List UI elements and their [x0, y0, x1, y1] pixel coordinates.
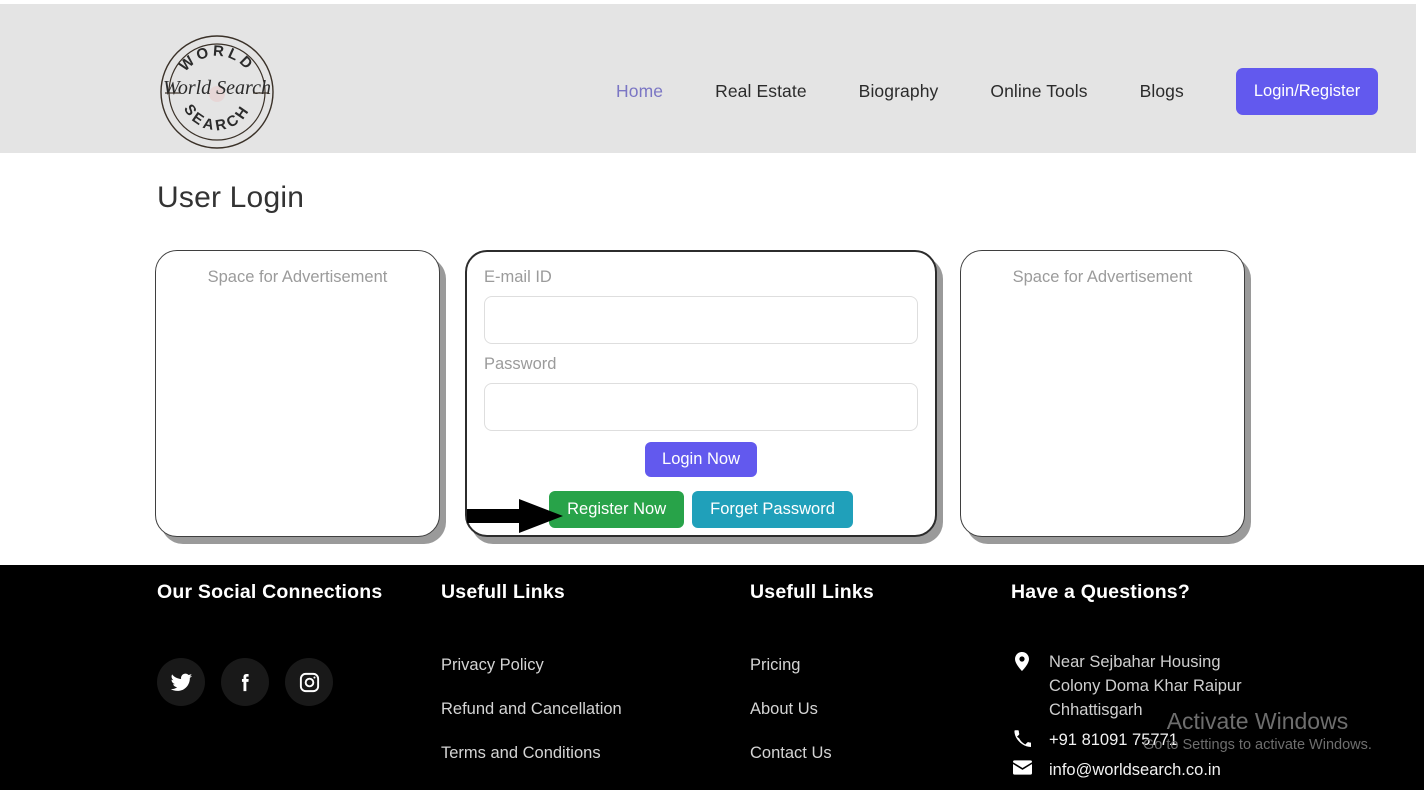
- login-now-button[interactable]: Login Now: [645, 442, 757, 477]
- link-terms-and-conditions[interactable]: Terms and Conditions: [441, 744, 731, 763]
- advertisement-card-right: Space for Advertisement: [960, 250, 1245, 537]
- links2-list: Pricing About Us Contact Us: [750, 656, 1000, 763]
- link-pricing[interactable]: Pricing: [750, 656, 1000, 675]
- facebook-link[interactable]: [221, 658, 269, 706]
- twitter-icon: [170, 673, 192, 691]
- address-line-2: Colony Doma Khar Raipur: [1049, 677, 1242, 695]
- login-register-button[interactable]: Login/Register: [1235, 67, 1379, 115]
- annotation-arrow-icon: [467, 499, 563, 533]
- password-label: Password: [484, 355, 557, 373]
- main-content: User Login Space for Advertisement E-mai…: [0, 153, 1416, 565]
- links1-list: Privacy Policy Refund and Cancellation T…: [441, 656, 731, 763]
- site-header: WORLD SEARCH World Search Home Real Esta…: [0, 4, 1416, 153]
- contact-phone: +91 81091 75771: [1049, 731, 1178, 749]
- svg-text:WORLD: WORLD: [176, 43, 258, 75]
- contact-address: Near Sejbahar Housing Colony Doma Khar R…: [1049, 650, 1242, 722]
- site-footer: Our Social Connections Usefull Links Pri…: [0, 565, 1424, 790]
- nav-item-blogs[interactable]: Blogs: [1114, 67, 1210, 115]
- nav-item-home[interactable]: Home: [590, 67, 689, 115]
- advertisement-placeholder-right: Space for Advertisement: [1012, 268, 1193, 286]
- address-line-1: Near Sejbahar Housing: [1049, 653, 1221, 671]
- logo-stamp-icon: WORLD SEARCH World Search: [160, 35, 274, 149]
- contact-email: info@worldsearch.co.in: [1049, 761, 1221, 779]
- advertisement-placeholder-left: Space for Advertisement: [207, 268, 388, 286]
- primary-button-row: Login Now: [484, 442, 918, 477]
- twitter-link[interactable]: [157, 658, 205, 706]
- svg-text:SEARCH: SEARCH: [180, 101, 254, 134]
- register-now-button[interactable]: Register Now: [549, 491, 685, 528]
- site-logo[interactable]: WORLD SEARCH World Search: [157, 32, 277, 152]
- nav-item-online-tools[interactable]: Online Tools: [964, 67, 1113, 115]
- phone-icon: [1011, 728, 1033, 747]
- scrollbar-gutter: [1416, 0, 1424, 565]
- social-icon-list: [157, 658, 427, 706]
- email-input[interactable]: [484, 296, 918, 344]
- password-input[interactable]: [484, 383, 918, 431]
- forget-password-button[interactable]: Forget Password: [692, 491, 853, 528]
- main-navigation: Home Real Estate Biography Online Tools …: [590, 67, 1379, 115]
- social-heading: Our Social Connections: [157, 581, 383, 603]
- contact-address-row: Near Sejbahar Housing Colony Doma Khar R…: [1011, 650, 1341, 722]
- footer-links-column-1: Usefull Links Privacy Policy Refund and …: [441, 580, 731, 788]
- page-title: User Login: [157, 181, 305, 214]
- links2-heading: Usefull Links: [750, 581, 874, 603]
- contact-list: Near Sejbahar Housing Colony Doma Khar R…: [1011, 650, 1341, 782]
- link-refund-and-cancellation[interactable]: Refund and Cancellation: [441, 700, 731, 719]
- envelope-icon: [1011, 758, 1033, 775]
- footer-social-column: Our Social Connections: [157, 580, 427, 706]
- login-card: E-mail ID Password Login Now Register No…: [465, 250, 937, 537]
- links1-heading: Usefull Links: [441, 581, 565, 603]
- address-line-3: Chhattisgarh: [1049, 701, 1143, 719]
- advertisement-card-left: Space for Advertisement: [155, 250, 440, 537]
- instagram-link[interactable]: [285, 658, 333, 706]
- link-about-us[interactable]: About Us: [750, 700, 1000, 719]
- footer-links-column-2: Usefull Links Pricing About Us Contact U…: [750, 580, 1000, 788]
- contact-email-row[interactable]: info@worldsearch.co.in: [1011, 758, 1341, 782]
- nav-item-real-estate[interactable]: Real Estate: [689, 67, 833, 115]
- svg-text:World Search: World Search: [163, 77, 271, 99]
- email-label: E-mail ID: [484, 268, 552, 286]
- link-contact-us[interactable]: Contact Us: [750, 744, 1000, 763]
- page-root: WORLD SEARCH World Search Home Real Esta…: [0, 0, 1424, 790]
- facebook-icon: [241, 673, 249, 691]
- instagram-icon: [299, 672, 319, 692]
- cards-row: Space for Advertisement E-mail ID Passwo…: [155, 250, 1255, 550]
- nav-item-biography[interactable]: Biography: [833, 67, 965, 115]
- footer-contact-column: Have a Questions? Near Sejbahar Housing …: [1011, 580, 1341, 788]
- contact-heading: Have a Questions?: [1011, 581, 1190, 603]
- link-privacy-policy[interactable]: Privacy Policy: [441, 656, 731, 675]
- location-pin-icon: [1011, 650, 1033, 671]
- contact-phone-row[interactable]: +91 81091 75771: [1011, 728, 1341, 752]
